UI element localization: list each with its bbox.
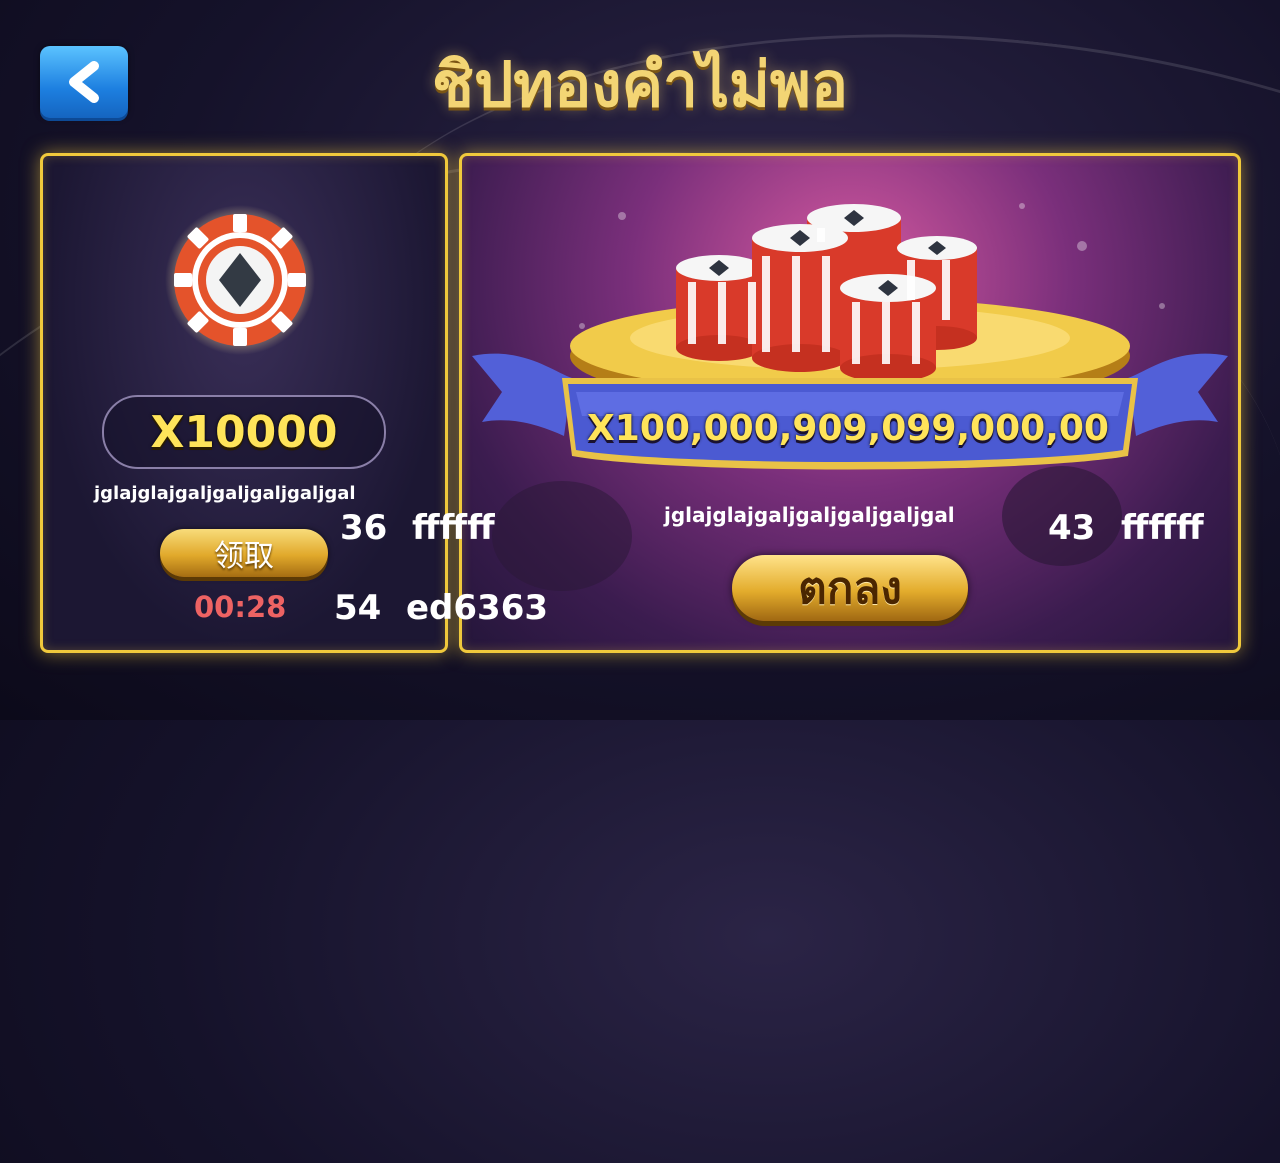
debug-right-size: 43	[1048, 508, 1096, 548]
claim-button[interactable]: 领取	[160, 529, 328, 577]
page-title: ชิปทองคำไม่พอ	[431, 48, 849, 121]
chip-amount: X100,000,909,099,000,00	[587, 408, 1109, 449]
debug-timer-size: 54	[334, 588, 382, 628]
debug-left-color: ffffff	[412, 508, 495, 548]
right-description: jglajglajgaljgaljgaljgaljgal	[664, 503, 955, 527]
poker-chip-icon	[165, 205, 315, 355]
debug-timer-color: ed6363	[406, 588, 549, 628]
confirm-button[interactable]: ตกลง	[732, 555, 968, 621]
left-description: jglajglajgaljgaljgaljgaljgal	[94, 483, 356, 504]
debug-left-size: 36	[340, 508, 388, 548]
countdown-timer: 00:28	[194, 590, 287, 624]
debug-right-color: ffffff	[1121, 508, 1204, 548]
multiplier-badge: X10000	[102, 395, 386, 469]
